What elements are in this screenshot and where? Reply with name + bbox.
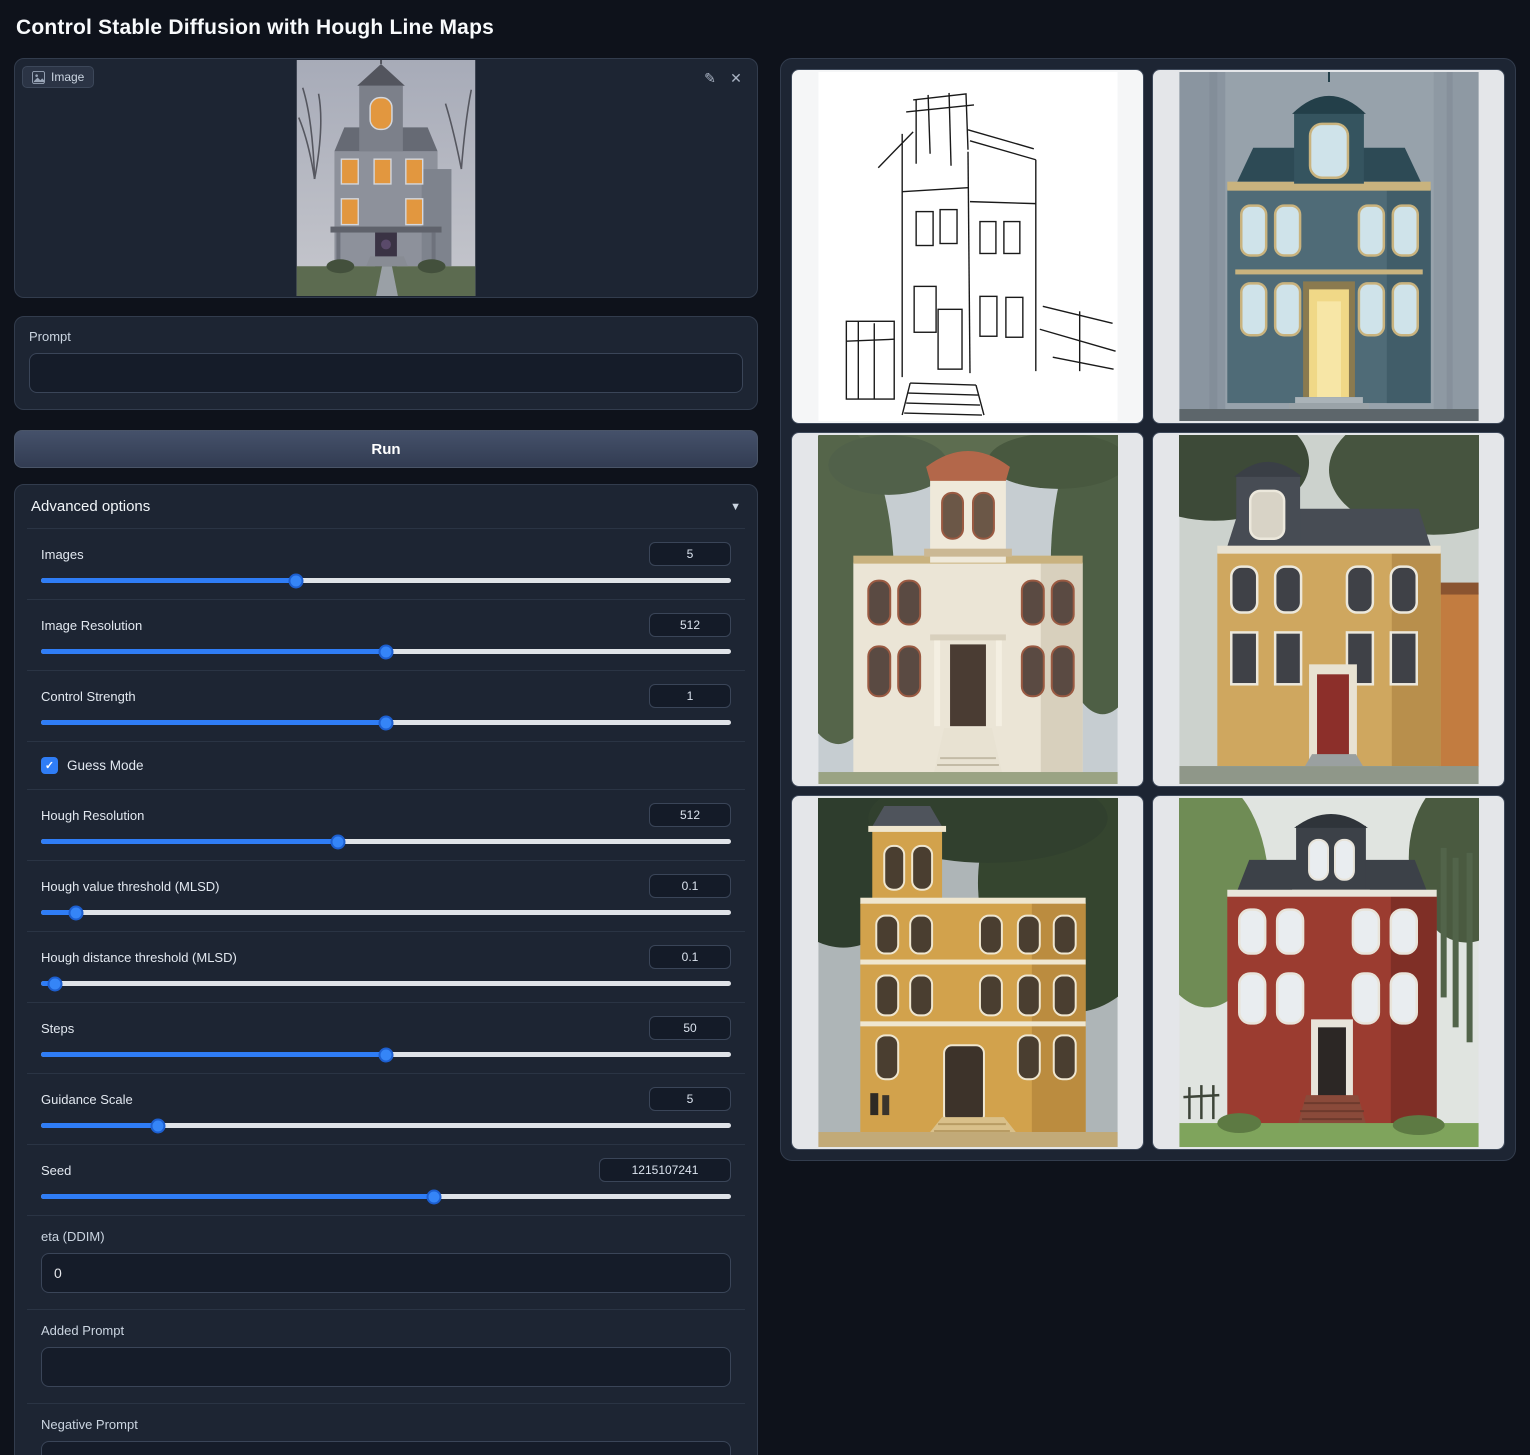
negative-prompt-field: Negative Prompt <box>27 1403 745 1455</box>
seed-slider[interactable] <box>41 1194 731 1199</box>
image-upload-area[interactable]: Image ✎ ✕ <box>14 58 758 298</box>
hough-value-threshold-value-input[interactable] <box>649 874 731 898</box>
seed-value-input[interactable] <box>599 1158 731 1182</box>
edit-image-button[interactable]: ✎ <box>699 67 721 89</box>
steps-slider-handle[interactable] <box>379 1047 394 1062</box>
image-resolution-label: Image Resolution <box>41 618 142 633</box>
images-slider[interactable] <box>41 578 731 583</box>
hough-distance-threshold-slider-handle[interactable] <box>47 976 62 991</box>
slider-row-images: Images <box>27 528 745 599</box>
generated-house-red-image <box>1179 798 1479 1147</box>
page-title: Control Stable Diffusion with Hough Line… <box>16 16 1516 40</box>
clear-image-button[interactable]: ✕ <box>725 67 747 89</box>
control-strength-slider[interactable] <box>41 720 731 725</box>
negative-prompt-input[interactable] <box>41 1441 731 1455</box>
slider-row-guidance-scale: Guidance Scale <box>27 1073 745 1144</box>
steps-slider[interactable] <box>41 1052 731 1057</box>
image-resolution-slider-handle[interactable] <box>379 644 394 659</box>
gallery-item-generated-house-gold[interactable] <box>791 795 1144 1150</box>
guidance-scale-slider-handle[interactable] <box>151 1118 166 1133</box>
images-label: Images <box>41 547 84 562</box>
steps-label: Steps <box>41 1021 74 1036</box>
control-strength-label: Control Strength <box>41 689 136 704</box>
hough-value-threshold-slider-handle[interactable] <box>68 905 83 920</box>
added-prompt-label: Added Prompt <box>41 1323 731 1338</box>
hough-resolution-value-input[interactable] <box>649 803 731 827</box>
added-prompt-field: Added Prompt <box>27 1309 745 1403</box>
image-label-text: Image <box>51 70 84 84</box>
slider-row-hough-value-threshold: Hough value threshold (MLSD) <box>27 860 745 931</box>
gallery-item-generated-house-white[interactable] <box>791 432 1144 787</box>
run-button[interactable]: Run <box>14 430 758 468</box>
checkbox-checked-icon: ✓ <box>41 757 58 774</box>
image-resolution-slider[interactable] <box>41 649 731 654</box>
prompt-block: Prompt <box>14 316 758 410</box>
images-slider-handle[interactable] <box>289 573 304 588</box>
generated-house-tan-image <box>1179 435 1479 784</box>
gallery-item-hough-line-map[interactable] <box>791 69 1144 424</box>
negative-prompt-label: Negative Prompt <box>41 1417 731 1432</box>
image-resolution-value-input[interactable] <box>649 613 731 637</box>
image-label: Image <box>22 66 94 88</box>
hough-line-map-image <box>818 72 1118 421</box>
hough-resolution-label: Hough Resolution <box>41 808 144 823</box>
generated-house-blue-image <box>1179 72 1479 421</box>
app-root: Control Stable Diffusion with Hough Line… <box>0 0 1530 1455</box>
control-strength-slider-handle[interactable] <box>379 715 394 730</box>
seed-slider-handle[interactable] <box>427 1189 442 1204</box>
hough-resolution-slider-handle[interactable] <box>330 834 345 849</box>
guidance-scale-label: Guidance Scale <box>41 1092 133 1107</box>
chevron-down-icon: ▼ <box>730 501 741 513</box>
advanced-options-accordion[interactable]: Advanced options ▼ <box>15 485 757 528</box>
gallery-item-generated-house-tan[interactable] <box>1152 432 1505 787</box>
hough-value-threshold-label: Hough value threshold (MLSD) <box>41 879 219 894</box>
slider-row-control-strength: Control Strength <box>27 670 745 741</box>
eta-input[interactable] <box>41 1253 731 1293</box>
image-icon <box>32 71 45 84</box>
generated-house-gold-image <box>818 798 1118 1147</box>
advanced-options-panel: Advanced options ▼ Images <box>14 484 758 1455</box>
uploaded-house-photo <box>295 60 477 296</box>
guidance-scale-slider[interactable] <box>41 1123 731 1128</box>
gallery-item-generated-house-blue[interactable] <box>1152 69 1505 424</box>
guess-mode-checkbox[interactable]: ✓ Guess Mode <box>27 741 745 789</box>
eta-label: eta (DDIM) <box>41 1229 731 1244</box>
added-prompt-input[interactable] <box>41 1347 731 1387</box>
steps-value-input[interactable] <box>649 1016 731 1040</box>
advanced-options-title: Advanced options <box>31 498 150 515</box>
guidance-scale-value-input[interactable] <box>649 1087 731 1111</box>
slider-row-hough-distance-threshold: Hough distance threshold (MLSD) <box>27 931 745 1002</box>
gallery-item-generated-house-red[interactable] <box>1152 795 1505 1150</box>
hough-distance-threshold-value-input[interactable] <box>649 945 731 969</box>
hough-value-threshold-slider[interactable] <box>41 910 731 915</box>
control-strength-value-input[interactable] <box>649 684 731 708</box>
eta-field: eta (DDIM) <box>27 1215 745 1309</box>
hough-distance-threshold-slider[interactable] <box>41 981 731 986</box>
guess-mode-label: Guess Mode <box>67 758 144 773</box>
generated-house-white-image <box>818 435 1118 784</box>
hough-resolution-slider[interactable] <box>41 839 731 844</box>
slider-row-image-resolution: Image Resolution <box>27 599 745 670</box>
output-gallery <box>780 58 1516 1161</box>
seed-label: Seed <box>41 1163 71 1178</box>
slider-row-hough-resolution: Hough Resolution <box>27 789 745 860</box>
prompt-input[interactable] <box>29 353 743 393</box>
hough-distance-threshold-label: Hough distance threshold (MLSD) <box>41 950 237 965</box>
slider-row-steps: Steps <box>27 1002 745 1073</box>
prompt-label: Prompt <box>29 329 743 344</box>
slider-row-seed: Seed <box>27 1144 745 1215</box>
images-value-input[interactable] <box>649 542 731 566</box>
